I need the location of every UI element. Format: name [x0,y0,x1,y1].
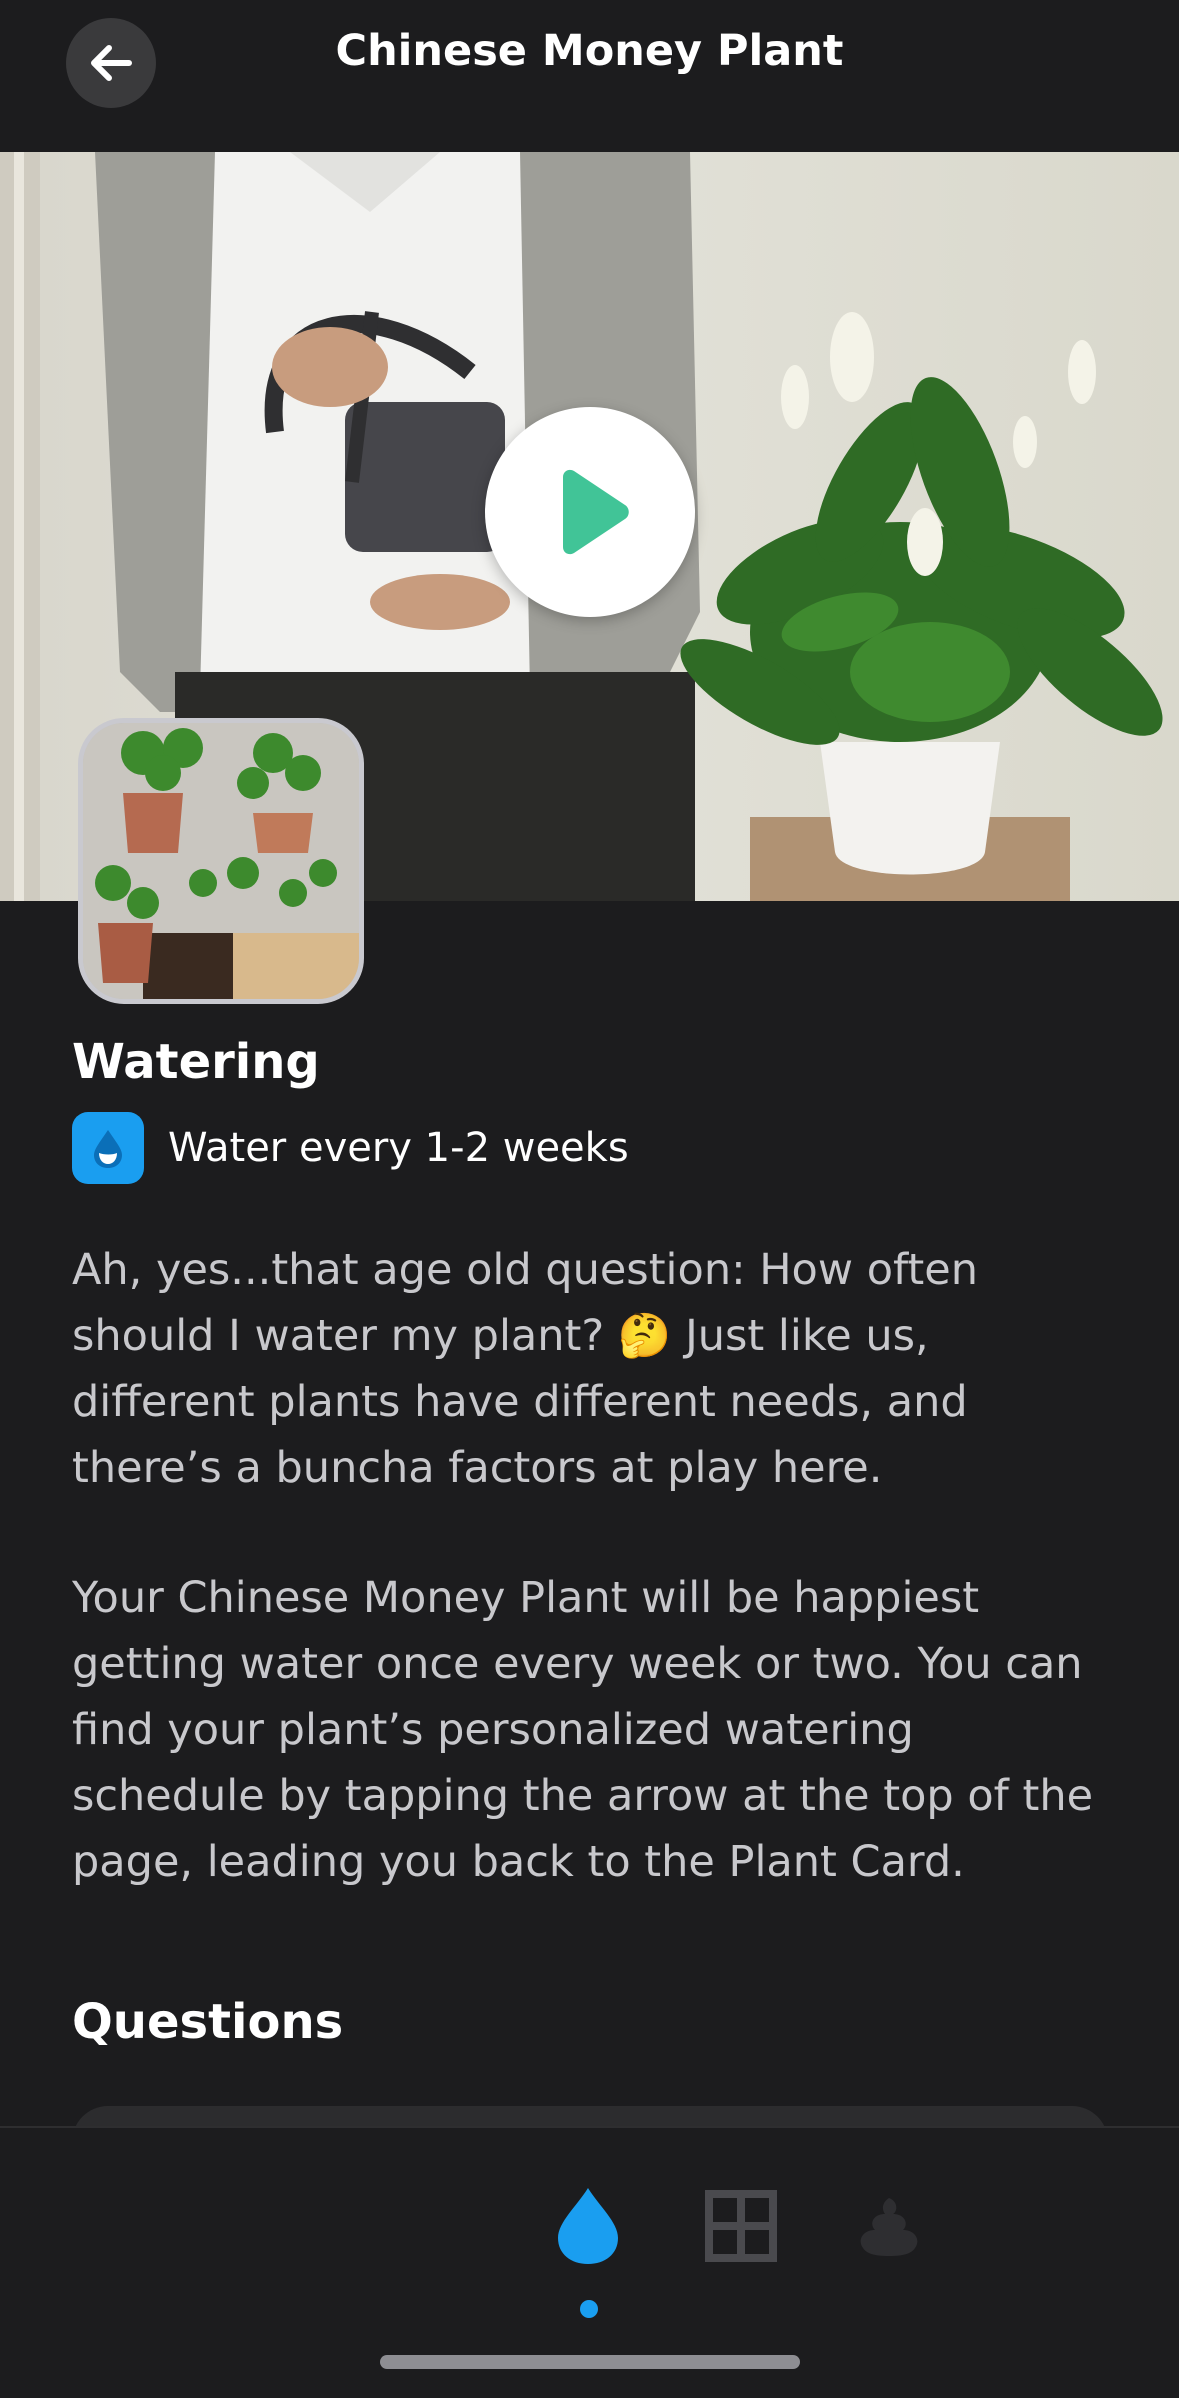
tab-watering[interactable] [555,2186,621,2270]
tab-light[interactable] [705,2190,777,2266]
watering-paragraph-2: Your Chinese Money Plant will be happies… [72,1573,1094,1887]
water-drop-icon [558,2188,618,2264]
tab-fertilizer[interactable] [853,2194,925,2262]
plant-thumbnail [78,718,364,1004]
plant-thumbnail-image [83,723,359,999]
questions-heading: Questions [72,1994,344,2050]
watering-frequency: Water every 1-2 weeks [72,1112,629,1184]
water-drop-badge [72,1112,144,1184]
header-bar: Chinese Money Plant [0,0,1179,152]
watering-paragraph-1: Ah, yes...that age old question: How oft… [72,1245,978,1493]
page-title: Chinese Money Plant [335,26,844,76]
watering-frequency-text: Water every 1-2 weeks [168,1125,629,1171]
play-button[interactable] [485,407,695,617]
window-icon [705,2190,777,2262]
play-icon [563,469,629,555]
active-tab-indicator [580,2300,598,2318]
poop-icon [860,2198,918,2256]
watering-heading: Watering [72,1034,320,1090]
home-indicator [380,2355,800,2369]
water-drop-icon [94,1130,122,1168]
